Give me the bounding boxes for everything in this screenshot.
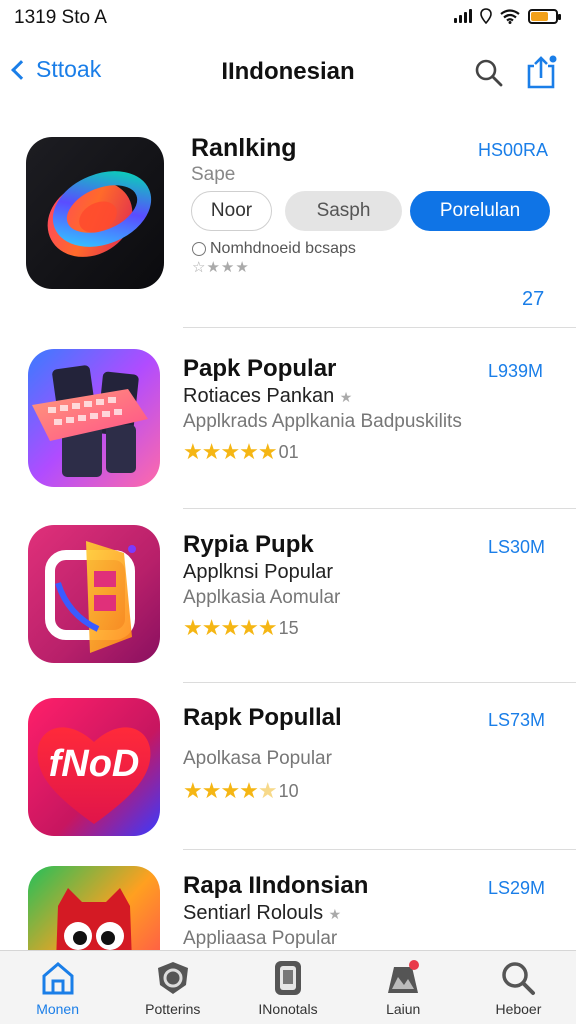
globe-icon bbox=[192, 242, 206, 256]
featured-count: 27 bbox=[522, 288, 545, 310]
search-icon[interactable] bbox=[474, 58, 504, 88]
featured-note: Nomhdnoeid bcsaps bbox=[192, 240, 356, 258]
list-item[interactable]: fNoD Rapk Popullal Apolkasa Popular ★★★★… bbox=[0, 698, 576, 873]
featured-app-card[interactable]: Ranlking Sape HS00RA Noor Sasph Porelula… bbox=[0, 130, 576, 330]
app-subtitle-text: Rotiaces Pankan bbox=[183, 385, 335, 407]
app-description: Appliaasa Popular bbox=[183, 928, 338, 949]
game-icon bbox=[388, 960, 420, 993]
rating-count: 15 bbox=[278, 617, 299, 638]
status-time: 1319 Sto A bbox=[14, 7, 107, 28]
share-icon[interactable] bbox=[524, 54, 558, 90]
tab-inonotals[interactable]: INonotals bbox=[230, 951, 345, 1024]
status-icons bbox=[454, 8, 561, 24]
featured-app-subtitle: Sape bbox=[191, 164, 236, 185]
tab-search[interactable]: Heboer bbox=[461, 951, 576, 1024]
card-icon bbox=[275, 961, 301, 995]
search-icon bbox=[502, 962, 536, 995]
location-icon bbox=[480, 8, 492, 24]
filter-pill-porelulan[interactable]: Porelulan bbox=[410, 191, 550, 231]
featured-stars: ☆★★★ bbox=[192, 259, 250, 276]
tab-laiun[interactable]: Laiun bbox=[346, 951, 461, 1024]
filter-pill-noor[interactable]: Noor bbox=[191, 191, 272, 231]
app-subtitle: Sentiarl Rolouls ★ bbox=[183, 902, 341, 925]
app-subtitle: Rotiaces Pankan ★ bbox=[183, 385, 352, 408]
app-subtitle-text: Applknsi Popular bbox=[183, 561, 334, 583]
app-size: LS30M bbox=[488, 537, 546, 557]
home-icon bbox=[42, 962, 74, 995]
navigation-bar: Sttoak IIndonesian bbox=[0, 40, 576, 104]
app-rating: ★★★★★ 01 bbox=[183, 439, 299, 465]
battery-level bbox=[531, 11, 548, 21]
tab-label: INonotals bbox=[258, 1001, 318, 1017]
app-title: Rypia Pupk bbox=[183, 531, 314, 558]
app-rating: ★★★★★ 15 bbox=[183, 615, 299, 641]
star-outline-icon: ★ bbox=[328, 906, 342, 922]
featured-app-icon[interactable] bbox=[26, 137, 164, 289]
divider bbox=[183, 682, 576, 683]
app-size: LS73M bbox=[488, 710, 546, 730]
app-size: L939M bbox=[488, 361, 544, 381]
star-outline-icon: ★ bbox=[339, 389, 353, 405]
svg-text:fNoD: fNoD bbox=[49, 743, 140, 785]
featured-app-title: Ranlking bbox=[191, 134, 297, 162]
app-description: Apolkasa Popular bbox=[183, 748, 332, 769]
tab-label: Heboer bbox=[495, 1001, 542, 1017]
tab-label: Monen bbox=[36, 1001, 79, 1017]
app-rating: ★★★★★ 10 bbox=[183, 778, 299, 804]
rating-count: 10 bbox=[278, 780, 299, 801]
shield-icon bbox=[157, 962, 188, 994]
tab-label: Potterins bbox=[145, 1001, 201, 1017]
app-subtitle-text: Sentiarl Rolouls bbox=[183, 902, 324, 924]
list-item[interactable]: Papk Popular Rotiaces Pankan ★ Applkrads… bbox=[0, 349, 576, 524]
app-icon-keyboard[interactable] bbox=[28, 349, 160, 487]
rating-stars: ★★★★★ bbox=[183, 439, 278, 464]
app-title: Papk Popular bbox=[183, 355, 337, 382]
rating-stars: ★★★★★ bbox=[183, 778, 278, 803]
app-description: Applkasia Aomular bbox=[183, 587, 341, 608]
cellular-signal-icon bbox=[454, 9, 472, 23]
app-title: Rapk Popullal bbox=[183, 704, 342, 731]
featured-note-text: Nomhdnoeid bcsaps bbox=[210, 240, 356, 257]
rating-stars: ★★★★★ bbox=[183, 615, 278, 640]
filter-pill-sasph[interactable]: Sasph bbox=[285, 191, 402, 231]
divider bbox=[183, 327, 576, 328]
list-item[interactable]: Rypia Pupk Applknsi Popular Applkasia Ao… bbox=[0, 525, 576, 700]
rating-count: 01 bbox=[278, 441, 299, 462]
tab-home[interactable]: Monen bbox=[0, 951, 115, 1024]
wifi-icon bbox=[500, 8, 520, 24]
divider bbox=[183, 849, 576, 850]
app-icon-heart[interactable]: fNoD bbox=[28, 698, 160, 836]
battery-icon bbox=[528, 8, 561, 24]
tab-bar: Monen Potterins INonotals Laiun Heboer bbox=[0, 950, 576, 1024]
tab-label: Laiun bbox=[386, 1001, 421, 1017]
app-title: Rapa IIndonsian bbox=[183, 872, 369, 899]
status-bar: 1319 Sto A bbox=[0, 0, 576, 36]
app-icon-frame[interactable] bbox=[28, 525, 160, 663]
tab-potterins[interactable]: Potterins bbox=[115, 951, 230, 1024]
featured-app-size: HS00RA bbox=[478, 140, 549, 160]
divider bbox=[183, 508, 576, 509]
app-size: LS29M bbox=[488, 878, 546, 898]
app-description: Applkrads Applkania Badpuskilits bbox=[183, 411, 462, 432]
